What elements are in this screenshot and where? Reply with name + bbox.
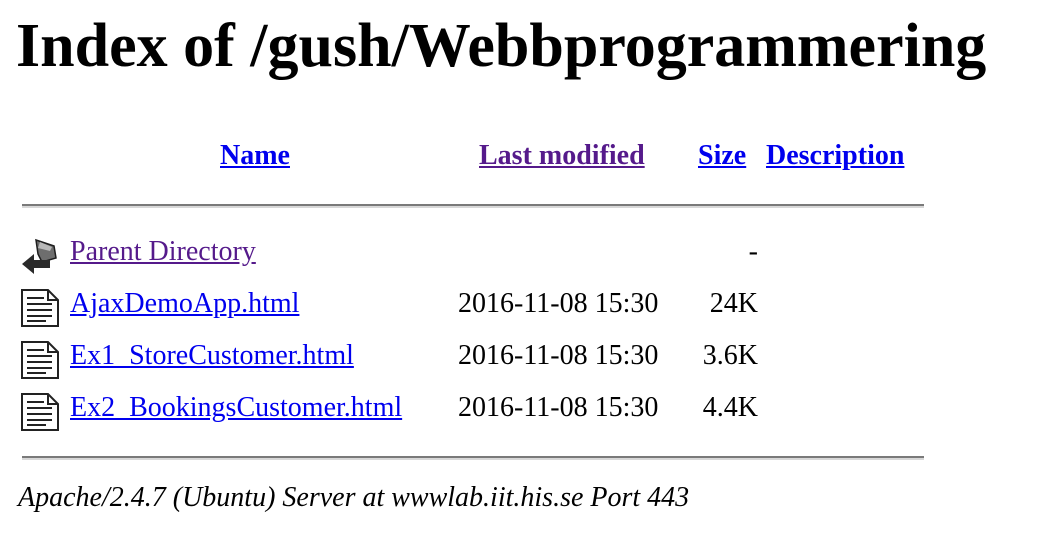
modified-date: 2016-11-08 15:30 bbox=[458, 340, 659, 371]
page-title: Index of /gush/Webbprogrammering bbox=[16, 12, 987, 80]
text-document-icon bbox=[21, 393, 59, 431]
column-header-size[interactable]: Size bbox=[698, 138, 746, 174]
column-header-last-modified[interactable]: Last modified bbox=[479, 138, 645, 174]
list-item-file: Ex1_StoreCustomer.html 2016-11-08 15:30 … bbox=[0, 336, 1044, 382]
text-document-icon bbox=[21, 289, 59, 327]
footer-divider bbox=[22, 456, 924, 460]
list-item-file: Ex2_BookingsCustomer.html 2016-11-08 15:… bbox=[0, 388, 1044, 434]
header-divider bbox=[22, 204, 924, 208]
file-link[interactable]: Ex1_StoreCustomer.html bbox=[70, 336, 354, 376]
list-item-parent-directory: Parent Directory - bbox=[0, 232, 1044, 278]
parent-directory-link[interactable]: Parent Directory bbox=[70, 232, 256, 272]
file-size: 3.6K bbox=[702, 340, 758, 371]
back-arrow-icon bbox=[22, 238, 57, 274]
server-signature: Apache/2.4.7 (Ubuntu) Server at wwwlab.i… bbox=[18, 482, 690, 513]
file-link[interactable]: Ex2_BookingsCustomer.html bbox=[70, 388, 402, 428]
text-document-icon bbox=[21, 341, 59, 379]
modified-date: 2016-11-08 15:30 bbox=[458, 288, 659, 319]
file-size: - bbox=[748, 236, 758, 267]
column-header-description[interactable]: Description bbox=[766, 138, 904, 174]
modified-date: 2016-11-08 15:30 bbox=[458, 392, 659, 423]
file-size: 24K bbox=[709, 288, 758, 319]
file-link[interactable]: AjaxDemoApp.html bbox=[70, 284, 299, 324]
file-size: 4.4K bbox=[702, 392, 758, 423]
column-header-name[interactable]: Name bbox=[220, 138, 290, 174]
list-item-file: AjaxDemoApp.html 2016-11-08 15:30 24K bbox=[0, 284, 1044, 330]
